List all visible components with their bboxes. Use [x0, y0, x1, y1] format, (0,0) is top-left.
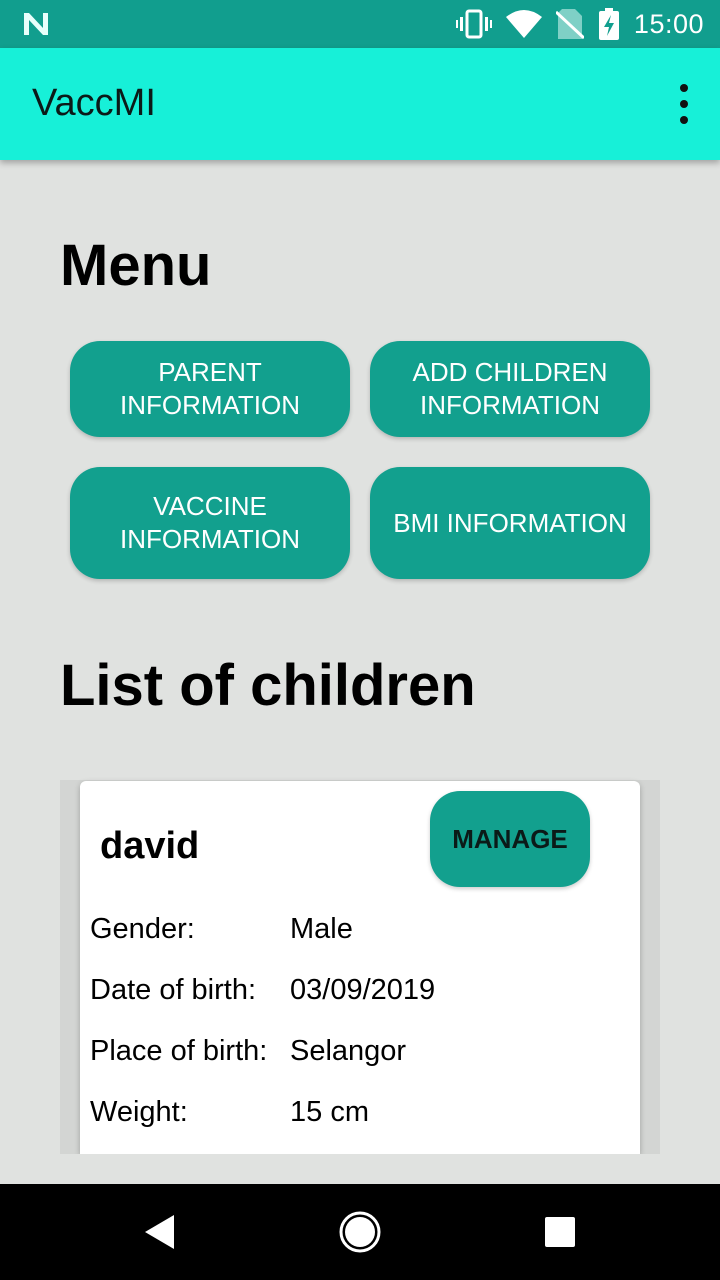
status-time: 15:00 — [633, 8, 704, 39]
navigation-bar — [0, 1184, 720, 1280]
main-content[interactable]: Menu PARENT INFORMATION ADD CHILDREN INF… — [0, 160, 720, 1154]
bmi-information-button[interactable]: BMI INFORMATION — [370, 467, 650, 579]
status-bar: 15:00 — [0, 0, 720, 48]
gender-value: Male — [290, 913, 353, 945]
home-icon[interactable] — [330, 1202, 390, 1262]
weight-label: Weight: — [90, 1096, 188, 1128]
gender-label: Gender: — [90, 913, 195, 945]
menu-heading: Menu — [60, 233, 212, 298]
recents-icon[interactable] — [530, 1202, 590, 1262]
children-list[interactable]: david MANAGE Gender: Male Date of birth:… — [60, 780, 660, 1154]
wifi-icon — [505, 10, 542, 38]
place-of-birth-label: Place of birth: — [90, 1035, 268, 1067]
back-icon[interactable] — [130, 1202, 190, 1262]
no-sim-icon — [555, 9, 584, 40]
parent-information-button[interactable]: PARENT INFORMATION — [70, 341, 350, 437]
app-bar: VaccMI — [0, 48, 720, 160]
child-name: david — [100, 825, 200, 867]
vaccine-information-button[interactable]: VACCINE INFORMATION — [70, 467, 350, 579]
n-logo-icon — [24, 13, 48, 35]
status-icons: 15:00 — [455, 0, 704, 48]
app-title: VaccMI — [32, 82, 156, 124]
date-of-birth-value: 03/09/2019 — [290, 974, 436, 1006]
vibrate-icon — [455, 9, 492, 39]
battery-charging-icon — [598, 8, 619, 40]
add-children-information-button[interactable]: ADD CHILDREN INFORMATION — [370, 341, 650, 437]
weight-value: 15 cm — [290, 1096, 369, 1128]
manage-button[interactable]: MANAGE — [430, 791, 590, 887]
date-of-birth-label: Date of birth: — [90, 974, 257, 1006]
place-of-birth-value: Selangor — [290, 1035, 407, 1067]
child-card: david MANAGE Gender: Male Date of birth:… — [80, 781, 640, 1154]
more-vert-icon[interactable] — [678, 84, 690, 124]
children-list-heading: List of children — [60, 653, 476, 718]
